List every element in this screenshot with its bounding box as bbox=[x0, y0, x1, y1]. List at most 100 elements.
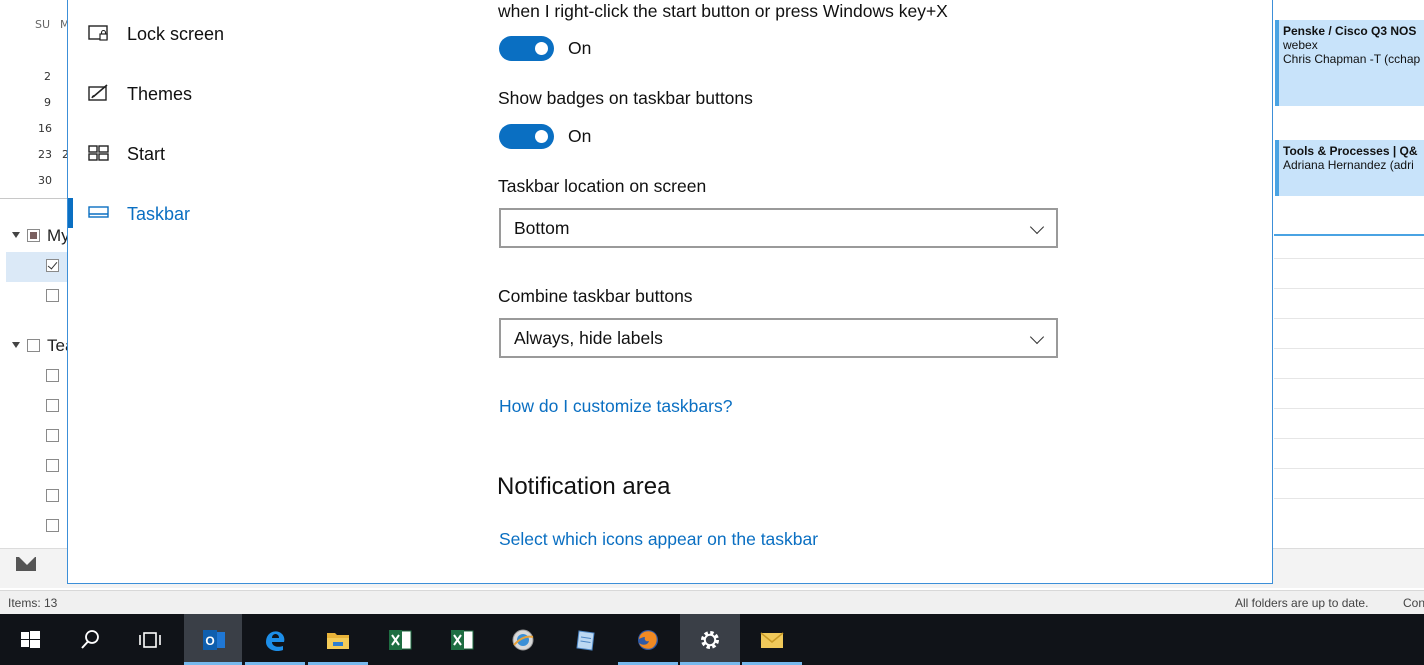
notepad-icon bbox=[576, 630, 595, 651]
file-explorer-taskbar-button[interactable] bbox=[308, 614, 368, 665]
calendar-date[interactable]: 2 bbox=[44, 70, 51, 83]
winx-setting-text: when I right-click the start button or p… bbox=[498, 1, 948, 21]
taskbar-icon bbox=[88, 206, 109, 218]
time-slot-line bbox=[1274, 468, 1424, 469]
time-slot-line bbox=[1274, 348, 1424, 349]
task-view-icon bbox=[139, 632, 161, 648]
start-icon bbox=[88, 145, 109, 161]
firefox-icon bbox=[638, 630, 658, 650]
group-checkbox-team[interactable] bbox=[27, 339, 40, 352]
calendar-date[interactable]: 30 bbox=[38, 174, 52, 187]
calendar-date[interactable]: 23 bbox=[38, 148, 52, 161]
items-count: Items: 13 bbox=[8, 596, 58, 610]
nav-item-lock-screen[interactable]: Lock screen bbox=[68, 24, 448, 84]
excel-taskbar-button[interactable] bbox=[370, 614, 430, 665]
group-checkbox-my[interactable] bbox=[27, 229, 40, 242]
collapse-triangle-icon[interactable] bbox=[12, 232, 20, 238]
app-globe-icon bbox=[512, 629, 534, 651]
search-button[interactable] bbox=[60, 614, 120, 665]
calendar-checkbox[interactable] bbox=[46, 289, 59, 302]
chevron-down-icon bbox=[1029, 219, 1045, 235]
lock-screen-icon bbox=[88, 25, 108, 41]
windows-start-icon bbox=[21, 631, 40, 648]
nav-label: Lock screen bbox=[127, 24, 225, 44]
time-slot-line bbox=[1274, 498, 1424, 499]
calendar-date[interactable]: 16 bbox=[38, 122, 52, 135]
time-slot-line bbox=[1274, 408, 1424, 409]
calendar-day-header-su: SU bbox=[35, 18, 51, 31]
task-view-button[interactable] bbox=[120, 614, 180, 665]
current-time-line bbox=[1274, 234, 1424, 236]
sync-status: All folders are up to date. bbox=[1235, 596, 1369, 610]
notification-area-heading: Notification area bbox=[497, 473, 671, 500]
calendar-date[interactable]: 9 bbox=[44, 96, 51, 109]
globe-app-taskbar-button[interactable] bbox=[493, 614, 553, 665]
time-slot-line bbox=[1274, 438, 1424, 439]
mail-icon bbox=[760, 632, 784, 648]
appointment-organizer: Chris Chapman -T (cchap bbox=[1283, 52, 1421, 66]
calendar-checkbox[interactable] bbox=[46, 399, 59, 412]
notepad-taskbar-button[interactable] bbox=[556, 614, 616, 665]
calendar-checkbox[interactable] bbox=[46, 519, 59, 532]
settings-gear-icon bbox=[701, 631, 719, 649]
calendar-checkbox[interactable] bbox=[46, 459, 59, 472]
firefox-taskbar-button[interactable] bbox=[618, 614, 678, 665]
chevron-down-icon bbox=[1029, 329, 1045, 345]
calendar-checkbox[interactable] bbox=[46, 429, 59, 442]
excel-icon-2 bbox=[451, 630, 474, 650]
nav-item-themes[interactable]: Themes bbox=[68, 84, 448, 144]
calendar-checkbox[interactable] bbox=[46, 489, 59, 502]
nav-label: Start bbox=[127, 144, 166, 164]
selected-calendar-row[interactable] bbox=[6, 252, 70, 282]
file-explorer-icon bbox=[327, 633, 349, 649]
appointment-title: Penske / Cisco Q3 NOS bbox=[1283, 24, 1417, 38]
nav-item-start[interactable]: Start bbox=[68, 144, 448, 204]
calendar-divider bbox=[0, 198, 70, 199]
search-icon bbox=[81, 630, 99, 649]
appointment-tools-processes[interactable]: Tools & Processes | Q& Adriana Hernandez… bbox=[1275, 140, 1424, 196]
time-slot-line bbox=[1274, 258, 1424, 259]
windows-taskbar: O bbox=[0, 614, 1424, 665]
appointment-title: Tools & Processes | Q& bbox=[1283, 144, 1418, 158]
calendar-checkbox[interactable] bbox=[46, 259, 59, 272]
appointment-penske[interactable]: Penske / Cisco Q3 NOS webex Chris Chapma… bbox=[1275, 20, 1424, 106]
settings-taskbar-button[interactable] bbox=[680, 614, 740, 665]
dropdown-value: Bottom bbox=[514, 218, 570, 238]
time-slot-line bbox=[1274, 288, 1424, 289]
badges-toggle[interactable] bbox=[499, 124, 554, 149]
appointment-location: webex bbox=[1283, 38, 1318, 52]
nav-item-taskbar[interactable]: Taskbar bbox=[68, 204, 448, 264]
edge-icon bbox=[266, 631, 285, 652]
excel-icon bbox=[389, 630, 412, 650]
time-slot-line bbox=[1274, 318, 1424, 319]
location-setting-label: Taskbar location on screen bbox=[498, 176, 707, 196]
outlook-letter: O bbox=[205, 634, 214, 648]
mail-nav-icon[interactable] bbox=[16, 557, 36, 571]
outlook-icon: O bbox=[203, 630, 225, 650]
dropdown-value: Always, hide labels bbox=[514, 328, 663, 348]
customize-taskbars-link[interactable]: How do I customize taskbars? bbox=[499, 396, 732, 417]
badges-toggle-state: On bbox=[568, 126, 592, 146]
outlook-folder-pane: SU M 2 9 16 23 2 30 My Tea bbox=[0, 0, 74, 548]
start-button[interactable] bbox=[0, 614, 60, 665]
edge-taskbar-button[interactable] bbox=[245, 614, 305, 665]
outlook-status-bar: Items: 13 All folders are up to date. Co… bbox=[0, 590, 1424, 614]
combine-setting-label: Combine taskbar buttons bbox=[498, 286, 693, 306]
calendar-day-view: Penske / Cisco Q3 NOS webex Chris Chapma… bbox=[1274, 0, 1424, 548]
excel-taskbar-button-2[interactable] bbox=[432, 614, 492, 665]
calendar-checkbox[interactable] bbox=[46, 369, 59, 382]
appointment-organizer: Adriana Hernandez (adri bbox=[1283, 158, 1414, 172]
connection-status: Con bbox=[1403, 596, 1424, 610]
select-icons-link[interactable]: Select which icons appear on the taskbar bbox=[499, 529, 818, 550]
mail-taskbar-button[interactable] bbox=[742, 614, 802, 665]
settings-window: Lock screen Themes Start Taskbar when I … bbox=[67, 0, 1273, 584]
winx-toggle[interactable] bbox=[499, 36, 554, 61]
time-slot-line bbox=[1274, 378, 1424, 379]
collapse-triangle-icon[interactable] bbox=[12, 342, 20, 348]
combine-buttons-dropdown[interactable]: Always, hide labels bbox=[499, 318, 1058, 358]
taskbar-location-dropdown[interactable]: Bottom bbox=[499, 208, 1058, 248]
nav-label: Taskbar bbox=[127, 204, 191, 224]
winx-toggle-state: On bbox=[568, 38, 592, 58]
nav-label: Themes bbox=[127, 84, 193, 104]
outlook-taskbar-button[interactable]: O bbox=[184, 614, 242, 665]
